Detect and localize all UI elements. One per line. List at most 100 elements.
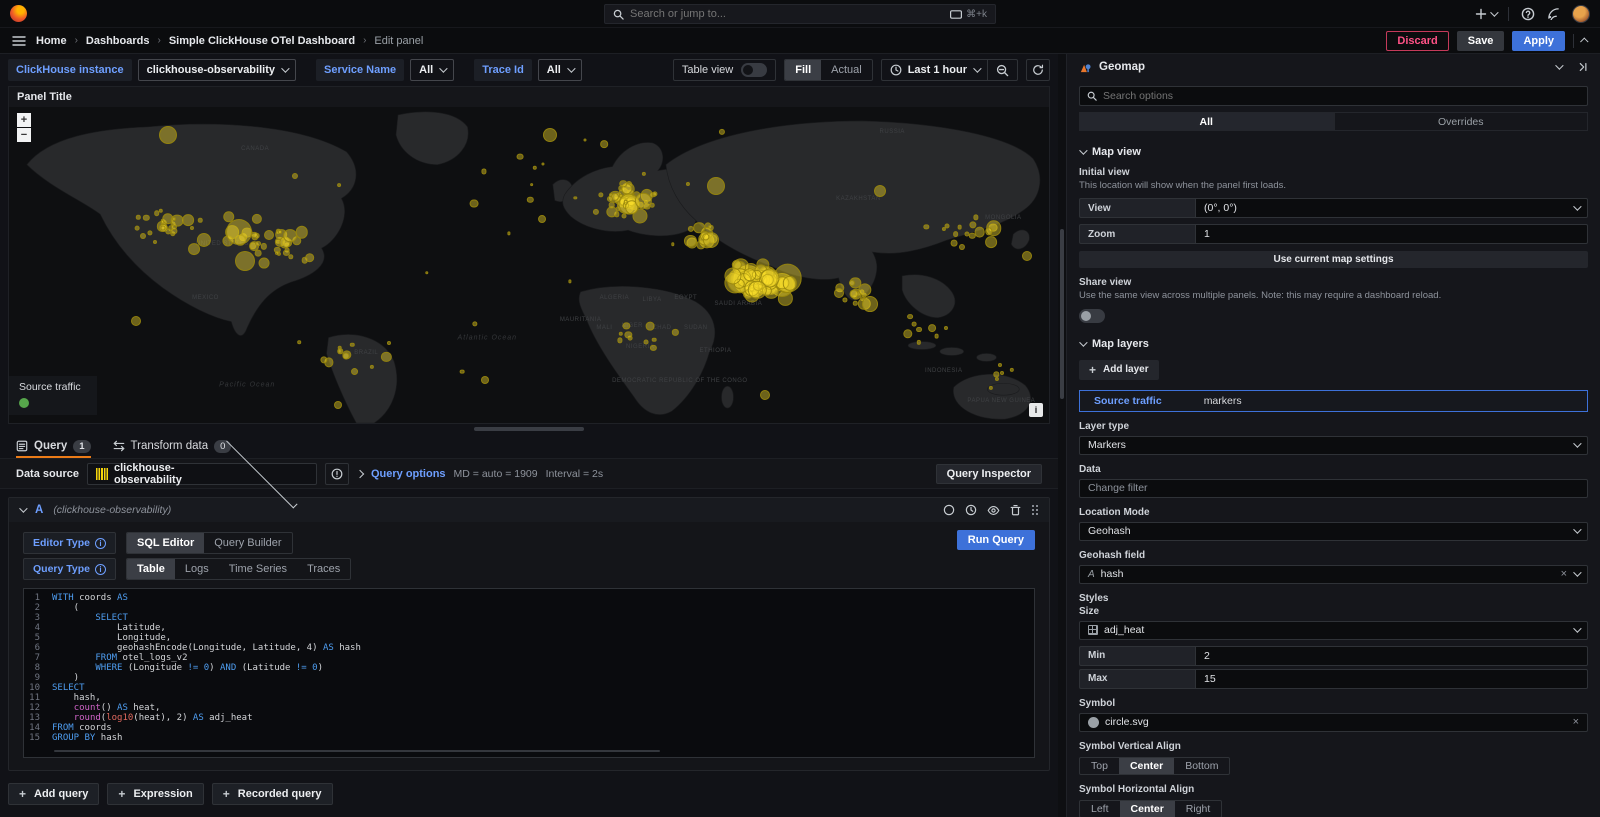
service-name-select[interactable]: All bbox=[410, 59, 454, 81]
halign-left-button[interactable]: Left bbox=[1080, 801, 1120, 817]
plus-icon: + bbox=[1089, 363, 1096, 377]
clear-icon[interactable]: × bbox=[1573, 717, 1579, 728]
collapse-pane-icon[interactable] bbox=[1576, 61, 1588, 73]
datasource-help-button[interactable] bbox=[325, 463, 349, 485]
section-map-view[interactable]: Map view bbox=[1079, 146, 1588, 158]
query-type-traces[interactable]: Traces bbox=[297, 559, 350, 579]
refresh-button[interactable] bbox=[1026, 59, 1050, 81]
map-zoom-out-button[interactable]: − bbox=[17, 128, 31, 142]
valign-center-button[interactable]: Center bbox=[1119, 758, 1174, 774]
code-horizontal-scrollbar[interactable] bbox=[54, 750, 660, 752]
time-range-picker[interactable]: Last 1 hour bbox=[882, 60, 987, 80]
duplicate-query-icon[interactable] bbox=[943, 504, 955, 516]
delete-query-icon[interactable] bbox=[1010, 504, 1021, 516]
menu-icon[interactable] bbox=[12, 35, 26, 47]
map-info-button[interactable]: i bbox=[1029, 403, 1043, 417]
map-marker bbox=[143, 215, 149, 221]
chevron-down-icon[interactable] bbox=[1555, 61, 1563, 69]
global-search-input[interactable] bbox=[630, 8, 944, 20]
datasource-select[interactable]: clickhouse-observability bbox=[87, 463, 317, 485]
add-layer-button[interactable]: +Add layer bbox=[1079, 360, 1159, 380]
zoom-input[interactable]: 1 bbox=[1195, 224, 1588, 244]
sql-editor-button[interactable]: SQL Editor bbox=[127, 533, 204, 553]
query-type-logs[interactable]: Logs bbox=[175, 559, 219, 579]
share-view-toggle[interactable] bbox=[1079, 309, 1105, 323]
map-marker bbox=[907, 314, 913, 320]
halign-center-button[interactable]: Center bbox=[1120, 801, 1175, 817]
sql-code-editor[interactable]: 1WITH coords AS2 (3 SELECT4 Latitude,5 L… bbox=[23, 588, 1035, 758]
expression-button[interactable]: +Expression bbox=[107, 783, 203, 805]
grafana-logo[interactable] bbox=[10, 5, 27, 22]
query-inspector-button[interactable]: Query Inspector bbox=[936, 464, 1042, 484]
use-current-map-settings-button[interactable]: Use current map settings bbox=[1079, 251, 1588, 268]
breadcrumb-item[interactable]: Home bbox=[36, 35, 67, 47]
breadcrumb-separator: › bbox=[363, 35, 366, 46]
query-row-header[interactable]: A (clickhouse-observability) bbox=[9, 498, 1049, 522]
min-input[interactable]: 2 bbox=[1195, 646, 1588, 666]
options-tab-overrides[interactable]: Overrides bbox=[1334, 112, 1589, 131]
options-header[interactable]: Geomap bbox=[1067, 54, 1600, 80]
recorded-query-button[interactable]: +Recorded query bbox=[212, 783, 333, 805]
options-search[interactable] bbox=[1079, 86, 1588, 106]
view-select[interactable]: (0°, 0°) bbox=[1195, 198, 1588, 218]
size-field-select[interactable]: adj_heat bbox=[1079, 621, 1588, 640]
query-options-toggle[interactable]: Query options bbox=[371, 468, 446, 480]
share-view-description: Use the same view across multiple panels… bbox=[1079, 290, 1499, 302]
global-search[interactable]: ⌘+k bbox=[604, 4, 996, 24]
layer-item-source-traffic[interactable]: Source traffic markers bbox=[1079, 390, 1588, 412]
query-history-icon[interactable] bbox=[965, 504, 977, 516]
collapse-query-icon[interactable] bbox=[19, 504, 27, 512]
run-query-button[interactable]: Run Query bbox=[957, 530, 1035, 550]
trace-id-select[interactable]: All bbox=[538, 59, 582, 81]
options-search-input[interactable] bbox=[1103, 90, 1580, 102]
symbol-halign-toggle: Left Center Right bbox=[1079, 800, 1222, 817]
apply-button[interactable]: Apply bbox=[1512, 31, 1565, 51]
data-filter-select[interactable]: Change filter bbox=[1079, 479, 1588, 498]
max-input[interactable]: 15 bbox=[1195, 669, 1588, 689]
save-button[interactable]: Save bbox=[1457, 31, 1505, 51]
geohash-field-select[interactable]: A hash × bbox=[1079, 565, 1588, 584]
query-builder-button[interactable]: Query Builder bbox=[204, 533, 291, 553]
layer-type-select[interactable]: Markers bbox=[1079, 436, 1588, 455]
scrollbar-thumb[interactable] bbox=[1060, 229, 1064, 399]
help-button[interactable] bbox=[1521, 7, 1535, 21]
tab-transform-data[interactable]: Transform data 0 bbox=[113, 434, 232, 458]
chevron-up-icon[interactable] bbox=[1580, 37, 1588, 45]
add-query-button[interactable]: +Add query bbox=[8, 783, 99, 805]
section-map-layers[interactable]: Map layers bbox=[1079, 338, 1588, 350]
chevron-right-icon[interactable] bbox=[356, 469, 364, 477]
query-type-time-series[interactable]: Time Series bbox=[219, 559, 297, 579]
datasource-label: Data source bbox=[16, 468, 79, 480]
options-tab-all[interactable]: All bbox=[1079, 112, 1334, 131]
symbol-select[interactable]: circle.svg × bbox=[1079, 713, 1588, 732]
resize-handle[interactable] bbox=[474, 427, 584, 431]
clickhouse-instance-select[interactable]: clickhouse-observability bbox=[138, 59, 296, 81]
tab-query[interactable]: Query 1 bbox=[16, 434, 91, 458]
table-view-toggle[interactable] bbox=[741, 63, 767, 77]
query-type-table[interactable]: Table bbox=[127, 559, 175, 579]
breadcrumb-item[interactable]: Dashboards bbox=[86, 35, 150, 47]
fill-button[interactable]: Fill bbox=[785, 60, 821, 80]
valign-bottom-button[interactable]: Bottom bbox=[1174, 758, 1229, 774]
drag-handle[interactable] bbox=[1031, 504, 1039, 516]
hide-query-icon[interactable] bbox=[987, 505, 1000, 516]
breadcrumb: Home›Dashboards›Simple ClickHouse OTel D… bbox=[36, 35, 423, 47]
avatar[interactable] bbox=[1572, 5, 1590, 23]
actual-button[interactable]: Actual bbox=[821, 60, 872, 80]
valign-top-button[interactable]: Top bbox=[1080, 758, 1119, 774]
zoom-out-time-button[interactable] bbox=[987, 60, 1017, 80]
info-icon: i bbox=[95, 564, 106, 575]
main-scrollbar[interactable] bbox=[1058, 54, 1066, 817]
add-new-button[interactable] bbox=[1475, 8, 1496, 20]
geomap-canvas[interactable]: CANADARUSSIAUNITED STATESMEXICOBRAZILKAZ… bbox=[9, 107, 1049, 423]
breadcrumb-item[interactable]: Simple ClickHouse OTel Dashboard bbox=[169, 35, 355, 47]
map-marker bbox=[834, 288, 844, 298]
location-mode-select[interactable]: Geohash bbox=[1079, 522, 1588, 541]
news-button[interactable] bbox=[1547, 7, 1560, 20]
discard-button[interactable]: Discard bbox=[1386, 31, 1448, 51]
panel-header[interactable]: Panel Title bbox=[9, 87, 1049, 107]
keyboard-icon bbox=[950, 10, 962, 19]
clear-icon[interactable]: × bbox=[1561, 569, 1567, 580]
halign-right-button[interactable]: Right bbox=[1175, 801, 1222, 817]
map-zoom-in-button[interactable]: + bbox=[17, 113, 31, 127]
